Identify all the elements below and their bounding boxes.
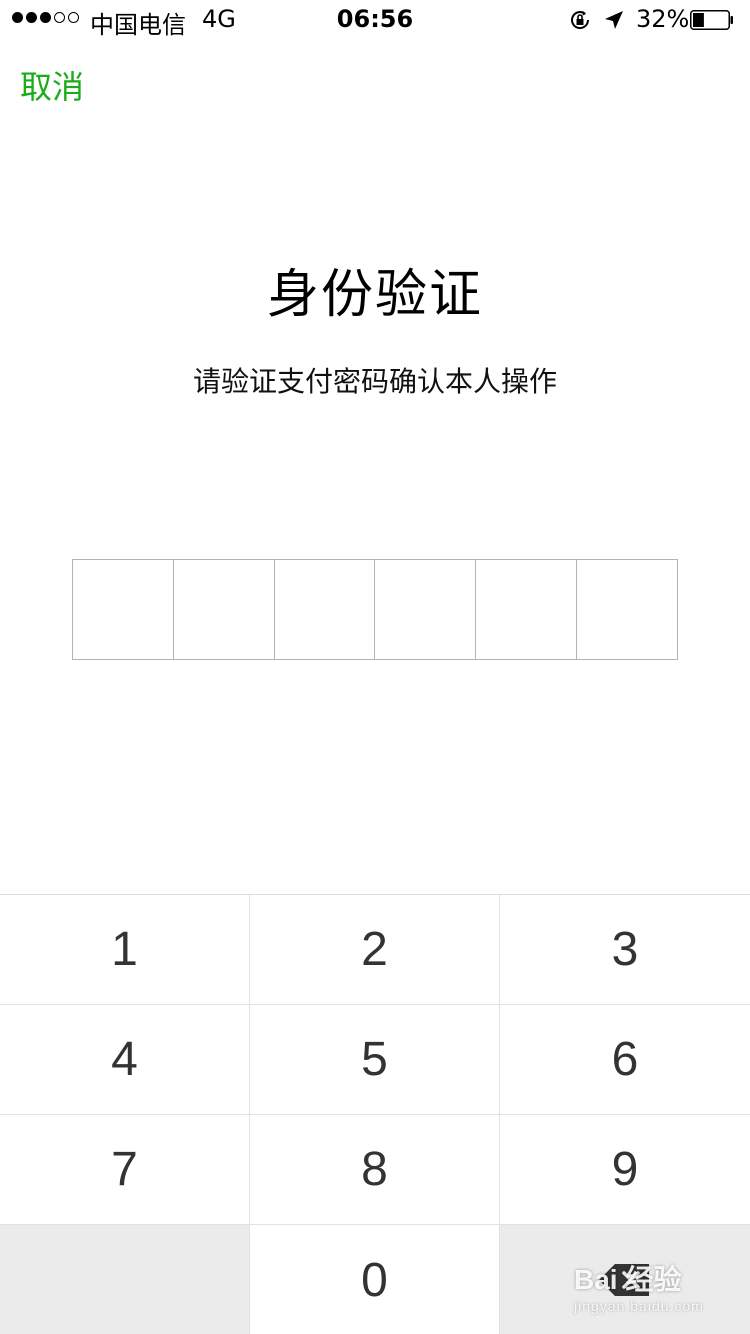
password-digit-box: [73, 560, 174, 659]
rotation-lock-icon: [571, 11, 590, 29]
key-6[interactable]: 6: [500, 1005, 750, 1115]
cancel-button[interactable]: 取消: [20, 62, 84, 108]
key-blank: [0, 1225, 250, 1334]
password-input[interactable]: [72, 559, 678, 660]
password-digit-box: [375, 560, 477, 659]
key-0[interactable]: 0: [250, 1225, 500, 1334]
status-bar: 中国电信 4G 06:56 32%: [0, 0, 750, 40]
page-title: 身份验证: [266, 265, 483, 325]
battery-percentage: 32%: [636, 5, 690, 33]
key-5[interactable]: 5: [250, 1005, 500, 1115]
battery-icon: [690, 10, 733, 30]
key-8[interactable]: 8: [250, 1115, 500, 1225]
baidu-jingyan-watermark: Bai 经验 jingyan.baidu.com: [574, 1258, 744, 1318]
key-4[interactable]: 4: [0, 1005, 250, 1115]
password-digit-box: [476, 560, 578, 659]
key-9[interactable]: 9: [500, 1115, 750, 1225]
key-2[interactable]: 2: [250, 895, 500, 1005]
watermark-url: jingyan.baidu.com: [574, 1298, 704, 1314]
key-7[interactable]: 7: [0, 1115, 250, 1225]
password-digit-box: [275, 560, 376, 659]
password-digit-box: [174, 560, 275, 659]
key-1[interactable]: 1: [0, 895, 250, 1005]
key-3[interactable]: 3: [500, 895, 750, 1005]
location-arrow-icon: [605, 11, 623, 29]
password-digit-box: [577, 560, 677, 659]
page-subtitle: 请验证支付密码确认本人操作: [192, 365, 557, 398]
watermark-main: Bai 经验: [574, 1264, 682, 1295]
payment-password-screen: 中国电信 4G 06:56 32% 取消 身份验证 请验证支付密码确认本人操作: [0, 0, 750, 1334]
